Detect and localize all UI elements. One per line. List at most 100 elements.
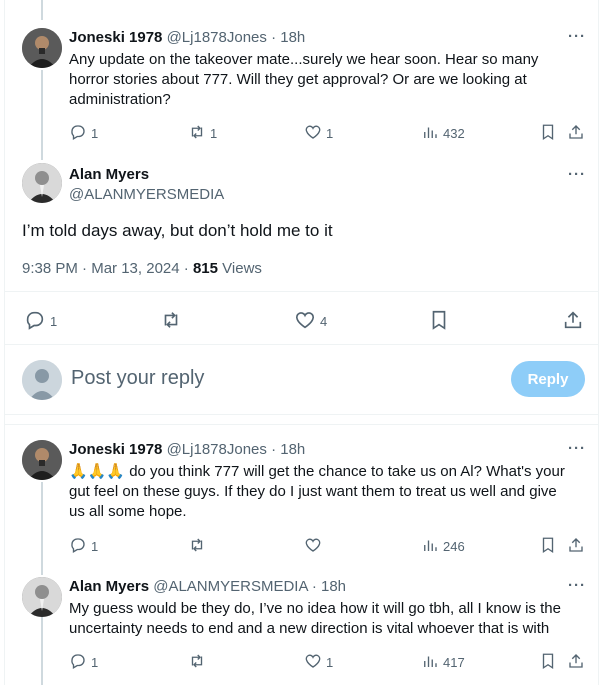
like-button[interactable]: 4 — [294, 309, 327, 334]
repost-button[interactable] — [160, 309, 182, 334]
views-button[interactable]: 246 — [421, 536, 465, 557]
like-button[interactable]: 1 — [304, 652, 333, 673]
repost-button[interactable]: 1 — [188, 123, 217, 144]
thread-line — [41, 482, 43, 575]
tweet-text: Any update on the takeover mate...surely… — [69, 50, 584, 110]
tweet-text-line: gut feel on these guys. If they do I jus… — [69, 483, 557, 500]
tweet-date[interactable]: Mar 13, 2024 — [91, 260, 179, 277]
views-count: 417 — [443, 655, 465, 670]
views-count: 432 — [443, 126, 465, 141]
share-icon — [567, 123, 585, 144]
tweet-text-line: us all some hope. — [69, 503, 187, 520]
pray-emoji: 🙏🙏🙏 — [69, 463, 126, 480]
views-count: 815 — [192, 260, 218, 277]
timestamp[interactable]: 18h — [280, 29, 305, 46]
timestamp[interactable]: 18h — [280, 441, 305, 458]
tweet-text-line: horror stories about 777. Will they get … — [69, 71, 527, 88]
reply-button[interactable]: 1 — [69, 123, 98, 144]
timestamp[interactable]: 18h — [321, 578, 346, 595]
tweet-text-line: uncertainty needs to end and a new direc… — [69, 620, 550, 637]
share-button[interactable] — [562, 309, 584, 334]
repost-button[interactable] — [188, 652, 206, 673]
reply-button[interactable]: 1 — [24, 309, 57, 334]
more-icon[interactable]: ··· — [568, 440, 586, 457]
tweet-header: Joneski 1978 @Lj1878Jones · 18h — [69, 441, 305, 458]
divider — [4, 414, 599, 415]
repost-icon — [160, 309, 182, 334]
tweet-text-line: Any update on the takeover mate...surely… — [69, 51, 539, 68]
reply-icon — [69, 123, 87, 144]
thread-line — [41, 70, 43, 160]
share-icon — [567, 536, 585, 557]
user-handle[interactable]: @ALANMYERSMEDIA — [153, 578, 307, 595]
divider — [4, 344, 599, 345]
share-button[interactable] — [567, 652, 585, 673]
reply-icon — [69, 652, 87, 673]
tweet-text-line: administration? — [69, 91, 171, 108]
views-icon — [421, 536, 439, 557]
bookmark-button[interactable] — [539, 536, 557, 557]
avatar[interactable] — [22, 577, 62, 617]
bookmark-button[interactable] — [539, 652, 557, 673]
bookmark-icon — [539, 652, 557, 673]
reply-button[interactable]: 1 — [69, 536, 98, 557]
tweet-time[interactable]: 9:38 PM — [22, 260, 78, 277]
more-icon[interactable]: ··· — [568, 166, 586, 183]
bookmark-icon — [539, 123, 557, 144]
tweet-text-line: 🙏🙏🙏 do you think 777 will get the chance… — [69, 462, 584, 482]
avatar[interactable] — [22, 163, 62, 203]
tweet-text-fragment: do you think 777 will get the chance to … — [129, 463, 565, 480]
share-button[interactable] — [567, 123, 585, 144]
repost-icon — [188, 536, 206, 557]
separator: · — [311, 578, 317, 595]
tweet-meta: 9:38 PM · Mar 13, 2024 · 815 Views — [22, 260, 262, 277]
reply-count: 1 — [91, 539, 99, 554]
user-handle[interactable]: @ALANMYERSMEDIA — [69, 186, 224, 203]
tweet-actions: 1 1 417 — [69, 652, 589, 672]
bookmark-button[interactable] — [539, 123, 557, 144]
divider — [4, 291, 599, 292]
bookmark-icon — [428, 309, 450, 334]
more-icon[interactable]: ··· — [568, 28, 586, 45]
views-button[interactable]: 417 — [421, 652, 465, 673]
display-name[interactable]: Joneski 1978 — [69, 441, 162, 458]
share-button[interactable] — [567, 536, 585, 557]
reply-icon — [69, 536, 87, 557]
like-count: 1 — [326, 126, 334, 141]
display-name[interactable]: Alan Myers — [69, 166, 149, 183]
avatar[interactable] — [22, 28, 62, 68]
views-button[interactable]: 432 — [421, 123, 465, 144]
thread-line — [41, 617, 43, 685]
tweet-header: Joneski 1978 @Lj1878Jones · 18h — [69, 29, 305, 46]
avatar[interactable] — [22, 440, 62, 480]
avatar[interactable] — [22, 360, 62, 400]
like-button[interactable] — [304, 536, 322, 557]
display-name[interactable]: Alan Myers — [69, 578, 149, 595]
like-button[interactable]: 1 — [304, 123, 333, 144]
views-count: 246 — [443, 539, 465, 554]
bookmark-button[interactable] — [428, 309, 450, 334]
more-icon[interactable]: ··· — [568, 577, 586, 594]
separator: · — [271, 29, 277, 46]
reply-submit-button[interactable]: Reply — [511, 361, 585, 397]
reply-input[interactable]: Post your reply — [71, 367, 204, 390]
user-handle[interactable]: @Lj1878Jones — [167, 441, 267, 458]
reply-icon — [24, 309, 46, 334]
display-name[interactable]: Joneski 1978 — [69, 29, 162, 46]
tweet-actions: 1 4 — [24, 309, 594, 333]
reply-button[interactable]: 1 — [69, 652, 98, 673]
heart-icon — [304, 652, 322, 673]
user-handle[interactable]: @Lj1878Jones — [167, 29, 267, 46]
share-icon — [562, 309, 584, 334]
repost-button[interactable] — [188, 536, 206, 557]
reply-count: 1 — [91, 655, 99, 670]
reply-count: 1 — [91, 126, 99, 141]
tweet-actions: 1 1 1 432 — [69, 123, 589, 143]
views-label: Views — [222, 260, 262, 277]
separator: · — [183, 260, 189, 277]
tweet-text: 🙏🙏🙏 do you think 777 will get the chance… — [69, 462, 584, 522]
heart-icon — [304, 536, 322, 557]
share-icon — [567, 652, 585, 673]
heart-icon — [304, 123, 322, 144]
tweet-header: Alan Myers @ALANMYERSMEDIA · 18h — [69, 578, 346, 595]
